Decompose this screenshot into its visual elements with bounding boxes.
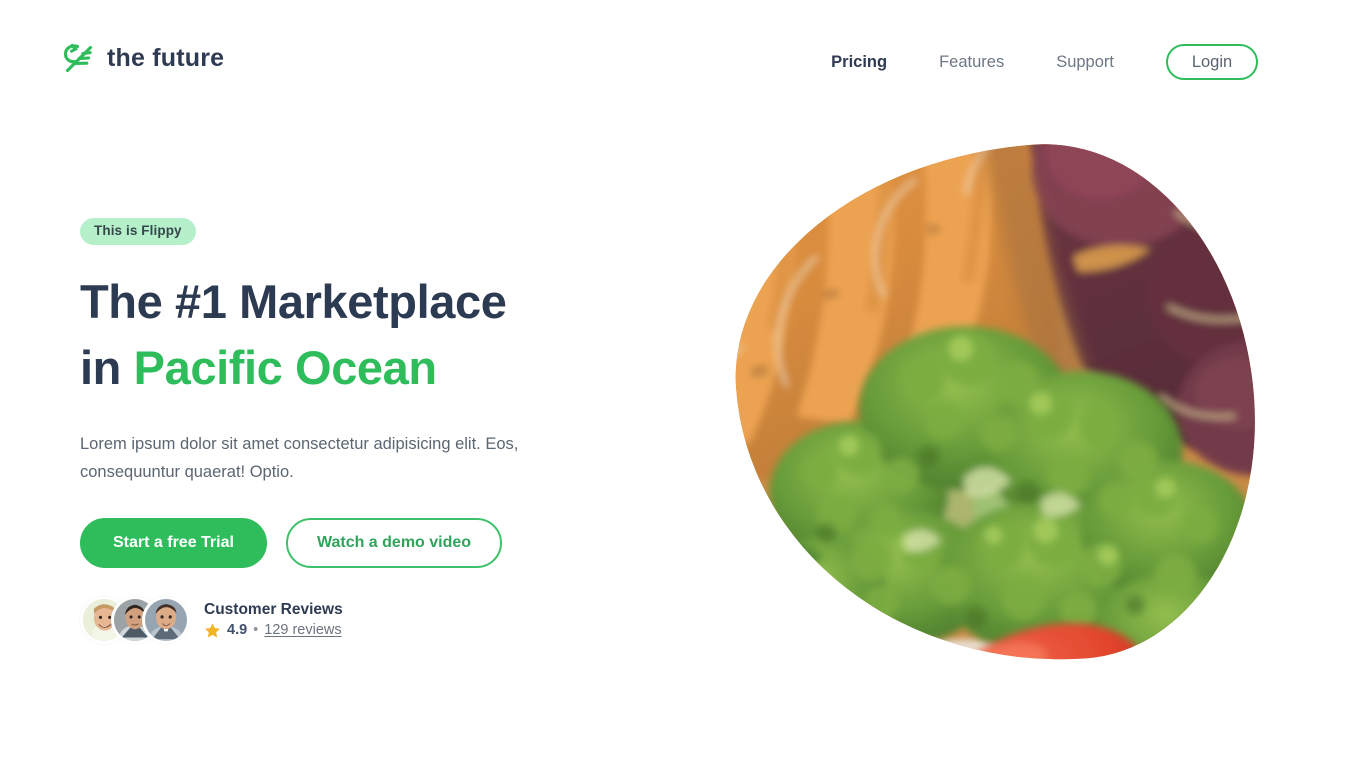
- hero-title-prefix: in: [80, 341, 134, 395]
- avatar-person-3: [142, 595, 190, 644]
- hero-title-line-2: in Pacific Ocean: [80, 335, 640, 402]
- rating-separator: •: [253, 622, 259, 639]
- site-header: the future Pricing Features Support Logi…: [0, 0, 1366, 118]
- flippy-logo-icon: [60, 40, 96, 76]
- brand-logo[interactable]: the future: [60, 40, 224, 76]
- customer-reviews: Customer Reviews 4.9 • 129 reviews: [80, 595, 640, 644]
- hero-content: This is Flippy The #1 Marketplace in Pac…: [80, 218, 640, 644]
- reviews-count-link[interactable]: 129 reviews: [264, 622, 341, 639]
- rating-value: 4.9: [227, 622, 248, 639]
- nav-link-features[interactable]: Features: [939, 47, 1004, 78]
- nav-link-support[interactable]: Support: [1056, 47, 1114, 78]
- landing-page: the future Pricing Features Support Logi…: [0, 0, 1366, 768]
- brand-name: the future: [107, 43, 225, 72]
- hero-title-line-1: The #1 Marketplace: [80, 274, 507, 328]
- rating-row: 4.9 • 129 reviews: [204, 622, 343, 639]
- nav-link-pricing[interactable]: Pricing: [831, 47, 887, 78]
- blob-mask: [720, 130, 1272, 682]
- hero-image-blob: [720, 130, 1272, 682]
- hero-badge: This is Flippy: [80, 218, 196, 245]
- main-navigation: Pricing Features Support Login: [831, 44, 1258, 80]
- login-button[interactable]: Login: [1166, 44, 1258, 80]
- reviews-title: Customer Reviews: [204, 600, 343, 618]
- star-icon: [204, 622, 221, 639]
- hero-title-accent: Pacific Ocean: [133, 341, 437, 395]
- hero-cta-row: Start a free Trial Watch a demo video: [80, 517, 640, 568]
- reviews-text-block: Customer Reviews 4.9 • 129 reviews: [204, 600, 343, 640]
- vegetables-photo: [720, 130, 1272, 682]
- start-free-trial-button[interactable]: Start a free Trial: [80, 517, 267, 568]
- avatar-stack: [80, 595, 190, 644]
- page-title: The #1 Marketplace in Pacific Ocean: [80, 269, 640, 402]
- watch-demo-video-button[interactable]: Watch a demo video: [285, 517, 503, 568]
- hero-subtitle: Lorem ipsum dolor sit amet consectetur a…: [80, 434, 519, 482]
